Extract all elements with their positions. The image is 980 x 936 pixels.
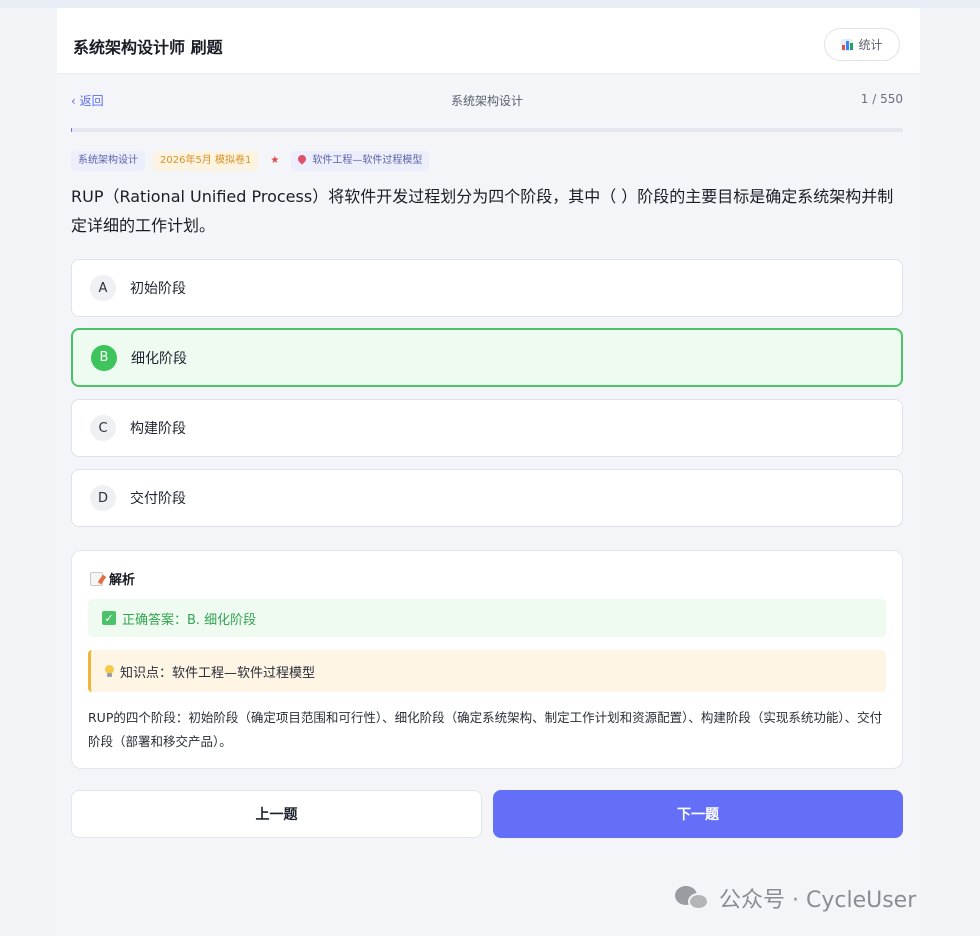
- memo-icon: [90, 571, 103, 586]
- tag-list: 系统架构设计 2026年5月 模拟卷1 ★ 软件工程—软件过程模型: [71, 151, 430, 171]
- explanation-text: RUP的四个阶段：初始阶段（确定项目范围和可行性）、细化阶段（确定系统架构、制定…: [88, 710, 883, 749]
- star-icon: ★: [270, 155, 280, 166]
- question-nav: ‹ 返回 系统架构设计 1 / 550: [71, 92, 903, 112]
- prev-question-button[interactable]: 上一题: [71, 790, 482, 838]
- bar-chart-icon: [841, 38, 854, 51]
- option-a[interactable]: A 初始阶段: [71, 259, 903, 317]
- option-letter: C: [90, 415, 116, 441]
- stats-label: 统计: [858, 38, 883, 52]
- progress-counter: 1 / 550: [860, 92, 903, 106]
- top-strip: [0, 0, 980, 8]
- pin-icon: [296, 153, 308, 165]
- tag-topic-label: 软件工程—软件过程模型: [312, 155, 423, 166]
- option-letter: D: [90, 485, 116, 511]
- progress-bar: [71, 128, 903, 132]
- app-header: 系统架构设计师 刷题 统计: [57, 8, 920, 74]
- option-c[interactable]: C 构建阶段: [71, 399, 903, 457]
- analysis-title: 解析: [90, 569, 135, 588]
- knowledge-point-box: 知识点：软件工程—软件过程模型: [88, 650, 886, 692]
- knowledge-point-text: 知识点：软件工程—软件过程模型: [120, 665, 316, 681]
- option-b[interactable]: B 细化阶段: [71, 328, 903, 387]
- wechat-icon: [675, 884, 711, 912]
- question-text: RUP（Rational Unified Process）将软件开发过程划分为四…: [71, 187, 894, 235]
- tag-category: 系统架构设计: [71, 151, 145, 171]
- progress-fill: [71, 128, 73, 132]
- back-link[interactable]: ‹ 返回: [71, 92, 104, 109]
- correct-answer-text: 正确答案：B. 细化阶段: [122, 612, 257, 628]
- watermark: 公众号 · CycleUser: [675, 880, 916, 916]
- correct-answer-box: ✓ 正确答案：B. 细化阶段: [88, 599, 886, 637]
- option-text: 构建阶段: [130, 421, 186, 437]
- analysis-title-label: 解析: [109, 573, 136, 588]
- option-letter: B: [91, 344, 117, 371]
- option-d[interactable]: D 交付阶段: [71, 469, 903, 527]
- category-label: 系统架构设计: [450, 94, 523, 108]
- app-title: 系统架构设计师 刷题: [73, 38, 223, 57]
- option-text: 细化阶段: [131, 350, 187, 367]
- next-question-button[interactable]: 下一题: [493, 790, 903, 838]
- tag-exam: 2026年5月 模拟卷1: [153, 151, 259, 171]
- tag-topic: 软件工程—软件过程模型: [291, 151, 430, 171]
- option-text: 交付阶段: [130, 491, 186, 507]
- check-icon: ✓: [102, 611, 116, 625]
- option-text: 初始阶段: [130, 281, 186, 297]
- option-letter: A: [90, 275, 116, 301]
- stats-button[interactable]: 统计: [824, 28, 900, 61]
- lightbulb-icon: [105, 665, 114, 677]
- quiz-page: 系统架构设计师 刷题 统计 ‹ 返回 系统架构设计 1 / 550 系统架构设计…: [57, 8, 920, 936]
- analysis-panel: 解析 ✓ 正确答案：B. 细化阶段 知识点：软件工程—软件过程模型 RUP的四个…: [71, 550, 903, 769]
- watermark-text: 公众号 · CycleUser: [719, 888, 917, 913]
